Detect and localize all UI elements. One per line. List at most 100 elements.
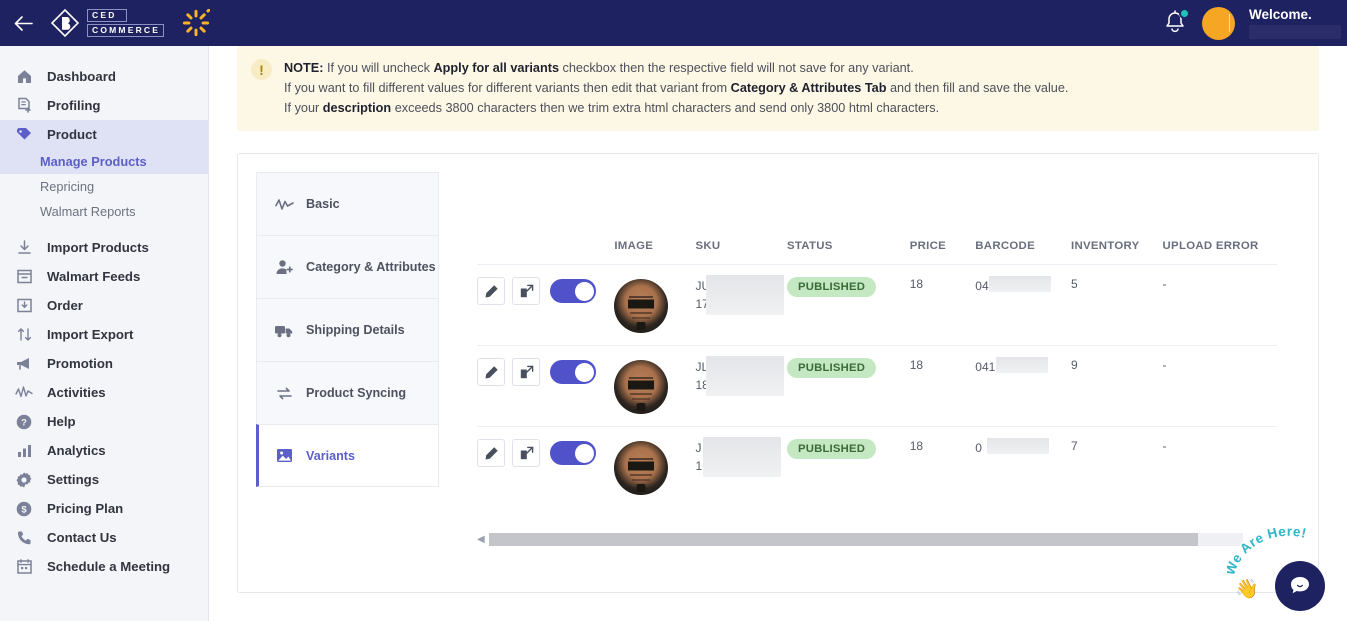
barcode-value: 0 <box>975 438 1071 457</box>
product-thumbnail[interactable] <box>614 279 669 333</box>
ced-commerce-logo[interactable]: CED COMMERCE <box>50 8 165 38</box>
cell-sku: J 1 <box>695 427 787 508</box>
edit-variant-button[interactable] <box>477 439 505 467</box>
scrollbar-thumb[interactable] <box>488 533 1198 546</box>
caret-left-icon[interactable]: ◀ <box>477 534 485 545</box>
variant-status-toggle[interactable] <box>550 360 596 384</box>
thumb-line-mid <box>630 474 653 477</box>
note-line2-b: and then fill and save the value. <box>886 81 1069 95</box>
thumb-line-bot <box>632 397 651 400</box>
tab-shipping-details[interactable]: Shipping Details <box>256 298 439 361</box>
sidebar-item-help[interactable]: ? Help <box>0 407 208 436</box>
sku-value: J 1 <box>695 437 787 477</box>
cell-barcode: 041 <box>975 345 1071 427</box>
tab-label: Variants <box>306 448 356 463</box>
note-line2-a: If you want to fill different values for… <box>284 81 731 95</box>
sidebar-item-dashboard[interactable]: Dashboard <box>0 62 208 91</box>
note-line1-a: If you will uncheck <box>323 61 434 75</box>
note-line2-bold: Category & Attributes Tab <box>730 81 887 95</box>
cell-upload-error: - <box>1162 264 1277 346</box>
pencil-icon <box>485 446 498 459</box>
tab-variants[interactable]: Variants <box>256 424 439 487</box>
sidebar-item-schedule-a-meeting[interactable]: Schedule a Meeting <box>0 552 208 581</box>
edit-variant-button[interactable] <box>477 277 505 305</box>
sidebar-item-promotion[interactable]: Promotion <box>0 349 208 378</box>
cell-barcode: 04 <box>975 264 1071 346</box>
sidebar-item-import-export[interactable]: Import Export <box>0 320 208 349</box>
scrollbar-track[interactable] <box>488 533 1243 546</box>
brand-line-2: COMMERCE <box>87 24 165 37</box>
product-thumbnail[interactable] <box>614 441 669 495</box>
cell-price: 18 <box>909 345 976 427</box>
sku-redaction <box>706 275 785 315</box>
sidebar-item-pricing-plan[interactable]: $ Pricing Plan <box>0 494 208 523</box>
sidebar-item-label: Pricing Plan <box>47 501 124 516</box>
chat-button[interactable] <box>1275 561 1325 611</box>
edit-variant-button[interactable] <box>477 358 505 386</box>
notifications-button[interactable] <box>1162 8 1190 37</box>
note-line3-b: exceeds 3800 characters then we trim ext… <box>391 101 940 115</box>
row-actions <box>477 439 614 467</box>
open-variant-button[interactable] <box>512 439 540 467</box>
tab-basic[interactable]: Basic <box>256 172 439 235</box>
status-badge: PUBLISHED <box>787 439 877 459</box>
sync-arrows-icon <box>274 383 294 403</box>
cell-image <box>614 427 695 508</box>
sidebar-item-product[interactable]: Product <box>0 120 208 149</box>
sku-value: JU 17 <box>695 275 787 315</box>
cell-barcode: 0 <box>975 427 1071 508</box>
back-button[interactable] <box>0 0 46 46</box>
sidebar-item-label: Import Products <box>47 240 149 255</box>
cell-actions <box>477 345 615 427</box>
sidebar-item-profiling[interactable]: Profiling <box>0 91 208 120</box>
avatar-initial <box>1228 13 1230 32</box>
variant-status-toggle[interactable] <box>550 441 596 465</box>
barcode-value: 041 <box>975 357 1071 376</box>
sidebar-item-contact-us[interactable]: Contact Us <box>0 523 208 552</box>
account-menu[interactable]: Welcome. <box>1249 7 1341 39</box>
sidebar-item-activities[interactable]: Activities <box>0 378 208 407</box>
sidebar-subitem-manage-products[interactable]: Manage Products <box>0 149 208 174</box>
th-sku: SKU <box>695 234 787 265</box>
sidebar-item-analytics[interactable]: Analytics <box>0 436 208 465</box>
variant-status-toggle[interactable] <box>550 279 596 303</box>
phone-icon <box>14 528 34 548</box>
open-variant-button[interactable] <box>512 277 540 305</box>
cell-sku: JU 17 <box>695 264 787 346</box>
welcome-label: Welcome. <box>1249 7 1312 22</box>
sidebar-subitem-label: Repricing <box>40 179 95 194</box>
sku-redaction <box>703 437 782 477</box>
cell-price: 18 <box>909 264 976 346</box>
thumb-line-bot <box>632 316 651 319</box>
open-variant-button[interactable] <box>512 358 540 386</box>
order-box-icon <box>14 296 34 316</box>
tab-category-attributes[interactable]: Category & Attributes <box>256 235 439 298</box>
sidebar-subitem-repricing[interactable]: Repricing <box>0 174 208 199</box>
th-inventory: INVENTORY <box>1070 234 1163 265</box>
product-panel: Basic Category & Attributes Shipping Det… <box>237 153 1319 593</box>
sidebar-item-label: Settings <box>47 472 100 487</box>
waving-hand-icon: 👋 <box>1235 579 1259 600</box>
tab-list: Basic Category & Attributes Shipping Det… <box>256 172 439 592</box>
brand-line-1: CED <box>87 9 127 22</box>
sidebar-item-label: Walmart Feeds <box>47 269 141 284</box>
sidebar-item-settings[interactable]: Settings <box>0 465 208 494</box>
avatar[interactable] <box>1202 6 1235 40</box>
cell-upload-error: - <box>1162 345 1277 427</box>
product-thumbnail[interactable] <box>614 360 669 414</box>
note-line3-bold: description <box>322 101 392 115</box>
sidebar-item-import-products[interactable]: Import Products <box>0 233 208 262</box>
toggle-knob <box>574 443 594 463</box>
user-add-icon <box>274 257 294 277</box>
sidebar-item-order[interactable]: Order <box>0 291 208 320</box>
image-icon <box>274 446 294 466</box>
barcode-prefix: 041 <box>975 360 996 374</box>
chat-widget[interactable]: We Are Here! 👋 <box>1227 525 1337 617</box>
cell-inventory: 9 <box>1070 345 1163 427</box>
calendar-icon <box>14 557 34 577</box>
sidebar-subitem-walmart-reports[interactable]: Walmart Reports <box>0 199 208 224</box>
sidebar-item-walmart-feeds[interactable]: Walmart Feeds <box>0 262 208 291</box>
horizontal-scrollbar[interactable]: ◀ <box>477 533 1243 546</box>
tab-product-syncing[interactable]: Product Syncing <box>256 361 439 424</box>
exclamation-icon: ! <box>251 59 272 80</box>
